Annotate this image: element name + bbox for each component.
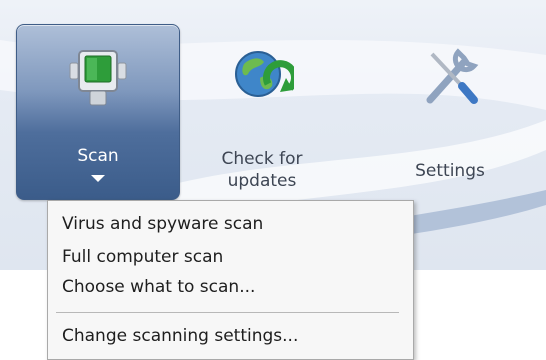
menu-item-virus-and-spyware-scan[interactable]: Virus and spyware scan bbox=[48, 211, 413, 237]
settings-button[interactable]: Settings bbox=[388, 24, 512, 198]
dropdown-arrow-icon[interactable] bbox=[91, 175, 105, 182]
menu-separator bbox=[56, 312, 399, 313]
scan-button-label: Scan bbox=[77, 146, 119, 166]
scan-button[interactable]: Scan bbox=[16, 24, 180, 200]
check-for-updates-button[interactable]: Check for updates bbox=[200, 24, 324, 198]
check-for-updates-label: Check for updates bbox=[221, 149, 303, 191]
menu-item-full-computer-scan[interactable]: Full computer scan bbox=[48, 244, 413, 270]
menu-item-choose-what-to-scan[interactable]: Choose what to scan... bbox=[48, 274, 413, 300]
tools-wrench-screwdriver-icon bbox=[414, 40, 486, 112]
menu-item-change-scanning-settings[interactable]: Change scanning settings... bbox=[48, 323, 413, 349]
globe-refresh-icon bbox=[226, 40, 298, 112]
scan-dropdown-menu: Virus and spyware scan Full computer sca… bbox=[47, 200, 414, 360]
settings-button-label: Settings bbox=[415, 161, 485, 181]
scanner-device-icon bbox=[62, 41, 134, 113]
